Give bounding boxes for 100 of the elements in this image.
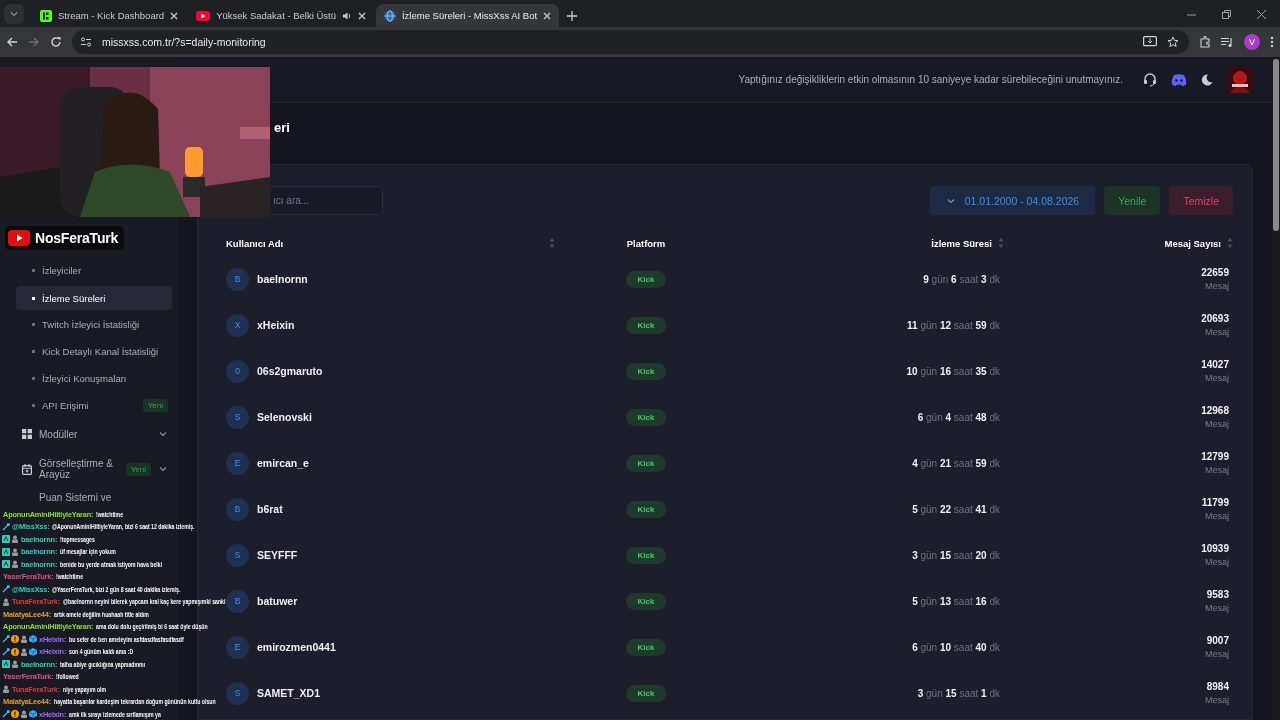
message-count: 11799 bbox=[1201, 497, 1229, 508]
username: emircan_e bbox=[257, 457, 309, 469]
sidebar-item[interactable]: İzleme Süreleri bbox=[16, 286, 172, 310]
column-header: Kullanıcı Adı bbox=[226, 237, 284, 249]
user-avatar: B bbox=[226, 589, 249, 613]
browser-tab[interactable]: Yüksek Sadakat - Belki Üstü bbox=[188, 4, 374, 27]
platform-tag: Kick bbox=[625, 592, 667, 610]
message-unit: Mesaj bbox=[1205, 465, 1229, 475]
theme-toggle-button[interactable] bbox=[1201, 73, 1213, 86]
figure-icon bbox=[20, 647, 28, 656]
figure-icon bbox=[20, 635, 28, 644]
user-avatar: S bbox=[226, 405, 249, 429]
calendar-icon bbox=[22, 463, 32, 475]
username: emirozmen0441 bbox=[257, 641, 336, 653]
message-count: 10939 bbox=[1201, 543, 1229, 554]
figure-icon bbox=[11, 547, 19, 556]
menu-button[interactable] bbox=[1270, 36, 1274, 48]
user-avatar: E bbox=[226, 451, 249, 475]
grid-icon bbox=[22, 429, 32, 439]
search-field[interactable]: ıcı ara... bbox=[271, 186, 383, 215]
profile-avatar[interactable]: V bbox=[1244, 34, 1260, 50]
message-count: 9007 bbox=[1206, 635, 1229, 646]
figure-icon bbox=[11, 535, 19, 544]
new-badge: Yeni bbox=[125, 462, 151, 476]
new-tab-button[interactable] bbox=[567, 11, 578, 21]
play-icon bbox=[8, 230, 30, 246]
platform-tag: Kick bbox=[625, 408, 667, 426]
browser-tab[interactable]: İzleme Süreleri - MissXss AI Bot bbox=[376, 4, 560, 27]
column-header: Platform bbox=[626, 237, 666, 249]
platform-tag: Kick bbox=[625, 270, 667, 288]
username: SAMET_XD1 bbox=[257, 687, 320, 699]
install-icon[interactable] bbox=[1143, 36, 1157, 48]
sidebar-item[interactable]: Görselleştirme & Arayüz Yeni bbox=[16, 449, 172, 489]
message-count: 14027 bbox=[1201, 359, 1229, 370]
platform-tag: Kick bbox=[625, 500, 667, 518]
username: Selenovski bbox=[257, 411, 312, 423]
support-button[interactable] bbox=[1143, 72, 1157, 87]
column-header: Mesaj Sayısı bbox=[1164, 237, 1221, 249]
figure-icon bbox=[11, 660, 19, 669]
message-count: 20693 bbox=[1201, 313, 1229, 324]
watch-time: 6 gün 10 saat 40 dk bbox=[911, 641, 1001, 653]
discord-button[interactable] bbox=[1171, 73, 1187, 86]
sidebar-item[interactable]: İzleyiciler bbox=[16, 257, 172, 284]
user-avatar: S bbox=[226, 543, 249, 567]
figure-icon bbox=[20, 710, 28, 719]
message-unit: Mesaj bbox=[1205, 327, 1229, 337]
cube-icon bbox=[29, 710, 37, 719]
message-unit: Mesaj bbox=[1205, 511, 1229, 521]
watch-time: 3 gün 15 saat 1 dk bbox=[916, 687, 1001, 699]
watch-time: 3 gün 15 saat 20 dk bbox=[911, 549, 1001, 561]
sidebar-item[interactable]: Kick Detaylı Kanal İstatisliği bbox=[16, 338, 172, 365]
media-button[interactable] bbox=[1221, 36, 1234, 48]
message-count: 8984 bbox=[1206, 681, 1229, 692]
site-info-icon[interactable] bbox=[80, 36, 92, 48]
username: xHeixin bbox=[257, 319, 295, 331]
close-tab-button[interactable] bbox=[358, 11, 366, 20]
message-unit: Mesaj bbox=[1205, 695, 1229, 705]
figure-icon bbox=[2, 685, 10, 694]
user-avatar: E bbox=[226, 635, 249, 659]
channel-badge: NosFeraTurk bbox=[5, 226, 125, 250]
chevron-icon bbox=[158, 464, 168, 474]
message-count: 9583 bbox=[1206, 589, 1229, 600]
close-tab-button[interactable] bbox=[170, 11, 179, 20]
page-title: eri bbox=[274, 120, 291, 137]
clear-button[interactable]: Temizle bbox=[1169, 186, 1233, 215]
star-icon[interactable] bbox=[1167, 36, 1179, 48]
warning-icon bbox=[11, 647, 19, 656]
username: 06s2gmaruto bbox=[257, 365, 323, 377]
reload-button[interactable] bbox=[50, 36, 62, 48]
tab-search-button[interactable] bbox=[4, 4, 24, 24]
user-avatar: B bbox=[226, 267, 249, 291]
close-tab-button[interactable] bbox=[543, 11, 552, 20]
close-icon[interactable] bbox=[1257, 10, 1266, 19]
user-avatar: B bbox=[226, 497, 249, 521]
watch-time: 10 gün 16 saat 35 dk bbox=[905, 365, 1001, 377]
sidebar-item[interactable]: Puan Sistemi ve bbox=[16, 489, 172, 505]
username: baelnornn bbox=[257, 273, 308, 285]
chevron-icon bbox=[158, 429, 168, 439]
platform-tag: Kick bbox=[625, 316, 667, 334]
sidebar-item[interactable]: Modüller bbox=[16, 419, 172, 449]
browser-tab[interactable]: Stream - Kick Dashboard bbox=[32, 4, 187, 27]
refresh-button[interactable]: Yenile bbox=[1104, 186, 1161, 215]
sidebar-item[interactable]: Twitch İzleyici İstatisliği bbox=[16, 311, 172, 338]
back-button[interactable] bbox=[6, 36, 18, 48]
sidebar-item[interactable]: İzleyici Konuşmaları bbox=[16, 365, 172, 392]
sword-icon bbox=[2, 710, 10, 719]
watch-time: 4 gün 21 saat 59 dk bbox=[911, 457, 1001, 469]
sword-icon bbox=[2, 647, 10, 656]
extensions-button[interactable] bbox=[1199, 36, 1211, 48]
new-badge: Yeni bbox=[142, 399, 168, 412]
scrollbar-thumb[interactable] bbox=[1273, 59, 1279, 231]
restore-icon[interactable] bbox=[1222, 10, 1231, 19]
notice-text: Yaptığınız değişikliklerin etkin olmasının 10 saniyeye kadar sürebileceğini unutmayınız. bbox=[738, 74, 1123, 85]
sidebar-item[interactable]: API Erişimi Yeni bbox=[16, 392, 172, 419]
user-avatar: 0 bbox=[226, 359, 249, 383]
message-unit: Mesaj bbox=[1205, 419, 1229, 429]
date-range-button[interactable]: 01.01.2000 - 04.08.2026 bbox=[929, 186, 1096, 215]
speaker-icon[interactable] bbox=[342, 10, 352, 21]
message-unit: Mesaj bbox=[1205, 373, 1229, 383]
watch-time: 11 gün 12 saat 59 dk bbox=[906, 319, 1001, 331]
